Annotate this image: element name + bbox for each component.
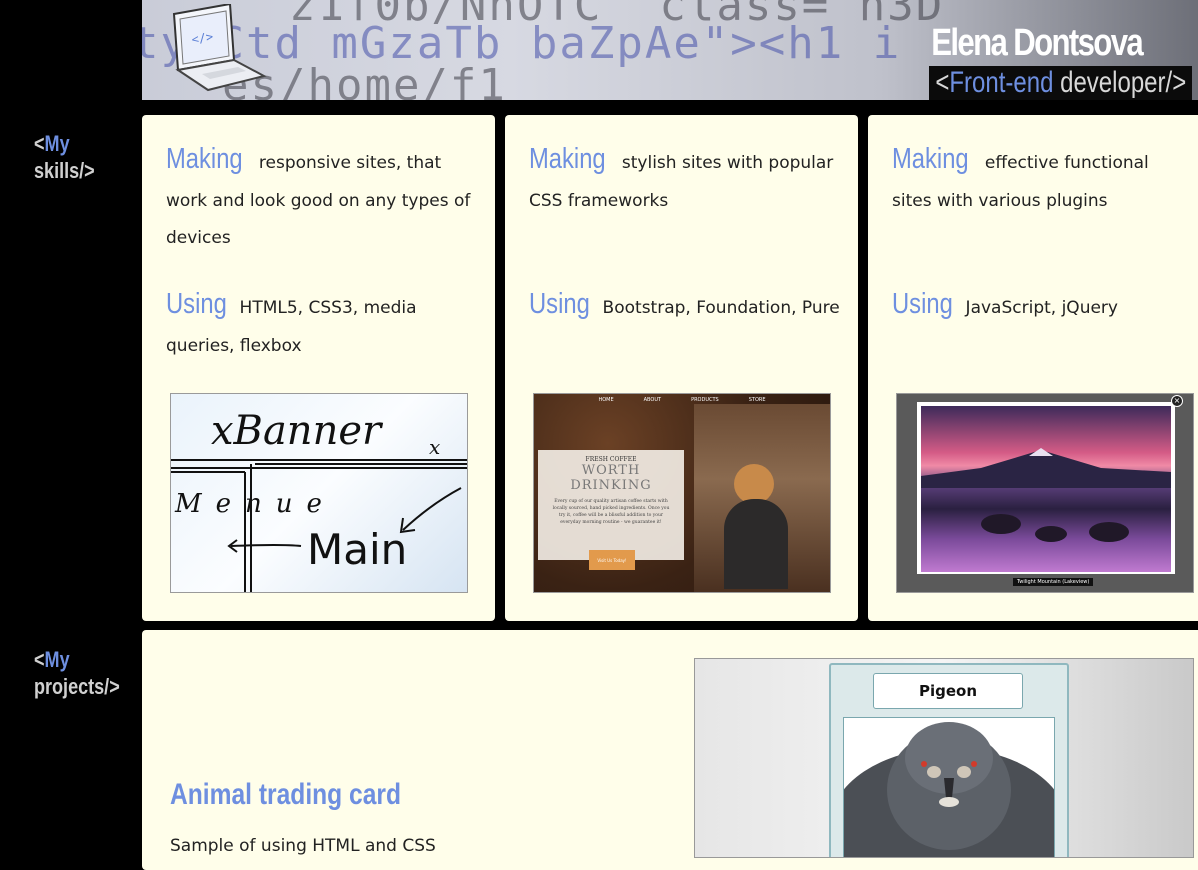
coffee-kicker: FRESH COFFEE (585, 456, 637, 463)
heading-rest: skills/> (34, 158, 95, 183)
barista-photo (734, 464, 774, 504)
header-banner: " z1f0b/NnOTC" class="h3D tyJCtd mGzaTb … (142, 0, 1198, 100)
project-preview-image[interactable]: Pigeon (694, 658, 1194, 858)
coffee-site-image: HOME ABOUT PRODUCTS STORE FRESH COFFEE W… (533, 393, 831, 593)
pigeon-photo (843, 717, 1055, 857)
coffee-intro-box: FRESH COFFEE WORTH DRINKING Every cup of… (538, 450, 684, 560)
heading-rest: projects/> (34, 674, 120, 699)
coffee-visit-button: Visit Us Today! (589, 550, 635, 570)
role-rest: developer/> (1053, 66, 1186, 99)
coffee-body: Every cup of our quality artisan coffee … (552, 499, 670, 525)
heading-open: < (34, 647, 45, 672)
skill-card-plugins: Making effective functional sites with v… (868, 115, 1198, 621)
making-word: Making (892, 143, 969, 175)
laptop-logo-icon: </> (172, 4, 267, 92)
coffee-headline: WORTH (581, 463, 641, 478)
role-highlight: Front-end (949, 66, 1054, 99)
skill-making: Making responsive sites, that work and l… (166, 141, 477, 258)
coffee-headline: DRINKING (570, 478, 652, 493)
heading-highlight: My (44, 647, 70, 672)
coffee-nav-item: HOME (598, 397, 614, 403)
trading-card-name: Pigeon (873, 673, 1023, 709)
project-description: Sample of using HTML and CSS (170, 836, 436, 856)
projects-heading: <My projects/> (34, 646, 120, 700)
skill-card-responsive: Making responsive sites, that work and l… (142, 115, 495, 621)
using-text: JavaScript, jQuery (960, 298, 1118, 318)
lightbox-plugin-image: × Twilight Mountain (Lakeview) (896, 393, 1194, 593)
close-icon[interactable]: × (1171, 395, 1183, 407)
site-owner-name: Elena Dontsova (931, 22, 1143, 64)
skill-using: Using Bootstrap, Foundation, Pure (529, 286, 840, 328)
skill-making: Making stylish sites with popular CSS fr… (529, 141, 840, 220)
role-open: < (935, 66, 950, 99)
skill-making: Making effective functional sites with v… (892, 141, 1190, 220)
project-card: Animal trading card Sample of using HTML… (142, 630, 1198, 870)
project-title[interactable]: Animal trading card (170, 778, 401, 812)
sketch-x-mark: x (429, 435, 440, 459)
heading-highlight: My (44, 131, 70, 156)
making-word: Making (166, 143, 243, 175)
skill-using: Using JavaScript, jQuery (892, 286, 1190, 328)
sketch-banner-label: xBanner (211, 408, 384, 454)
skill-card-frameworks: Making stylish sites with popular CSS fr… (505, 115, 858, 621)
using-word: Using (529, 288, 590, 320)
skill-using: Using HTML5, CSS3, media queries, flexbo… (166, 286, 477, 365)
heading-open: < (34, 131, 45, 156)
sketch-menu-label: Menue (174, 489, 336, 519)
using-text: Bootstrap, Foundation, Pure (597, 298, 840, 318)
mountain-lake-photo (921, 406, 1171, 572)
coffee-nav-item: STORE (748, 397, 766, 403)
coffee-nav-item: PRODUCTS (691, 397, 719, 403)
skills-heading: <My skills/> (34, 130, 95, 184)
using-word: Using (166, 288, 227, 320)
making-word: Making (529, 143, 606, 175)
coffee-nav: HOME ABOUT PRODUCTS STORE (534, 394, 830, 406)
role-title: <Front-end developer/> (929, 66, 1192, 100)
coffee-nav-item: ABOUT (643, 397, 662, 403)
using-word: Using (892, 288, 953, 320)
lightbox-frame (917, 402, 1175, 574)
lightbox-caption: Twilight Mountain (Lakeview) (1013, 578, 1094, 586)
sketch-main-label: Main (307, 525, 407, 574)
trading-card: Pigeon (829, 663, 1069, 857)
responsive-sketch-image: xBanner x Menue Main (170, 393, 468, 593)
